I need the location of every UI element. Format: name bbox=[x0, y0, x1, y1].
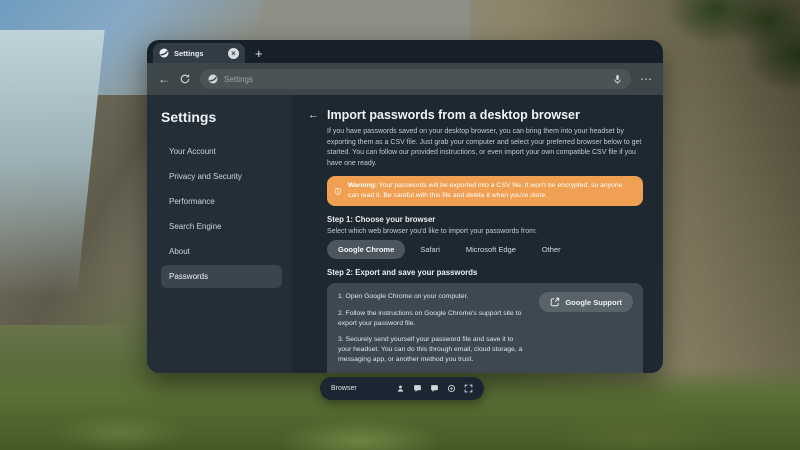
browser-option-microsoft-edge[interactable]: Microsoft Edge bbox=[455, 240, 527, 259]
taskbar-app-label: Browser bbox=[331, 385, 357, 392]
warning-text: Warning: Your passwords will be exported… bbox=[348, 181, 634, 201]
step1-title: Step 1: Choose your browser bbox=[327, 215, 643, 224]
menu-dots-icon[interactable]: ⋯ bbox=[640, 73, 652, 85]
instruction-step-2: 2. Follow the instructions on Google Chr… bbox=[338, 309, 523, 329]
sidebar-item-performance[interactable]: Performance bbox=[161, 190, 282, 213]
warning-banner: Warning: Your passwords will be exported… bbox=[327, 176, 643, 206]
shield-warning-icon bbox=[334, 185, 342, 198]
sidebar-item-privacy-and-security[interactable]: Privacy and Security bbox=[161, 165, 282, 188]
google-support-button[interactable]: Google Support bbox=[539, 292, 633, 312]
back-button[interactable]: ← bbox=[158, 73, 170, 85]
warning-label: Warning: bbox=[348, 182, 377, 189]
step2-title: Step 2: Export and save your passwords bbox=[327, 268, 643, 277]
page-title: Import passwords from a desktop browser bbox=[327, 108, 580, 122]
tab-settings[interactable]: Settings × bbox=[153, 43, 245, 63]
address-bar[interactable]: Settings bbox=[200, 69, 631, 89]
microphone-icon[interactable] bbox=[612, 74, 623, 85]
refresh-icon[interactable] bbox=[179, 73, 191, 85]
site-logo-icon bbox=[208, 74, 218, 84]
system-taskbar: Browser bbox=[320, 377, 484, 400]
instruction-step-4: 4. On your headset, find where you sent … bbox=[338, 372, 523, 374]
instruction-step-1: 1. Open Google Chrome on your computer. bbox=[338, 292, 523, 302]
page-header: ← Import passwords from a desktop browse… bbox=[308, 108, 643, 122]
browser-window: Settings × + ← Settings ⋯ Settings Your … bbox=[147, 40, 663, 373]
camera-record-icon[interactable] bbox=[447, 384, 456, 393]
settings-content: Settings Your Account Privacy and Securi… bbox=[147, 95, 663, 373]
sidebar-item-your-account[interactable]: Your Account bbox=[161, 140, 282, 163]
sidebar-item-search-engine[interactable]: Search Engine bbox=[161, 215, 282, 238]
google-support-label: Google Support bbox=[565, 298, 622, 307]
expand-icon[interactable] bbox=[464, 384, 473, 393]
tab-bar: Settings × + bbox=[147, 40, 663, 63]
browser-option-google-chrome[interactable]: Google Chrome bbox=[327, 240, 405, 259]
browser-option-safari[interactable]: Safari bbox=[409, 240, 451, 259]
instructions-card: 1. Open Google Chrome on your computer. … bbox=[327, 283, 643, 373]
sidebar-item-passwords[interactable]: Passwords bbox=[161, 265, 282, 288]
profile-icon[interactable] bbox=[396, 384, 405, 393]
page-back-button[interactable]: ← bbox=[308, 110, 319, 121]
browser-option-other[interactable]: Other bbox=[531, 240, 572, 259]
tab-title: Settings bbox=[174, 49, 223, 58]
chat-alt-icon[interactable] bbox=[430, 384, 439, 393]
address-text: Settings bbox=[224, 75, 606, 84]
close-tab-icon[interactable]: × bbox=[228, 48, 239, 59]
passwords-import-panel: ← Import passwords from a desktop browse… bbox=[292, 95, 663, 373]
step1-subtitle: Select which web browser you'd like to i… bbox=[327, 228, 643, 235]
warning-body: Your passwords will be exported into a C… bbox=[348, 182, 623, 199]
page-description: If you have passwords saved on your desk… bbox=[327, 127, 643, 169]
browser-logo-icon bbox=[159, 48, 169, 58]
new-tab-button[interactable]: + bbox=[255, 47, 263, 60]
instruction-step-3: 3. Securely send yourself your password … bbox=[338, 335, 523, 366]
sidebar-title: Settings bbox=[161, 109, 282, 125]
sidebar-item-about[interactable]: About bbox=[161, 240, 282, 263]
settings-sidebar: Settings Your Account Privacy and Securi… bbox=[147, 95, 292, 373]
taskbar-icons bbox=[396, 384, 473, 393]
browser-selector: Google Chrome Safari Microsoft Edge Othe… bbox=[327, 240, 643, 259]
external-link-icon bbox=[550, 297, 560, 307]
browser-toolbar: ← Settings ⋯ bbox=[147, 63, 663, 95]
chat-icon[interactable] bbox=[413, 384, 422, 393]
